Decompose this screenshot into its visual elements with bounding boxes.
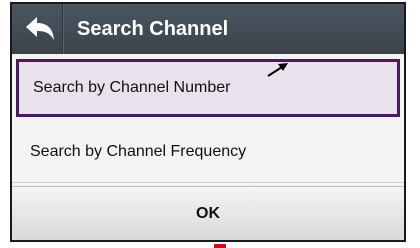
search-channel-dialog: Search Channel Search by Channel Number … [10,2,406,242]
page-title: Search Channel [77,17,229,40]
mouse-cursor-icon [267,63,288,77]
ok-label: OK [196,204,220,222]
option-label: Search by Channel Frequency [30,143,247,160]
back-button[interactable] [18,4,62,54]
bottom-accent [214,244,226,248]
title-bar: Search Channel [12,4,404,54]
ok-button[interactable]: OK [12,186,404,240]
divider [12,182,404,183]
option-label: Search by Channel Number [33,79,231,96]
option-search-by-channel-frequency[interactable]: Search by Channel Frequency [16,124,400,180]
title-divider [62,4,63,54]
option-search-by-channel-number[interactable]: Search by Channel Number [16,59,400,117]
back-arrow-icon [26,17,54,40]
